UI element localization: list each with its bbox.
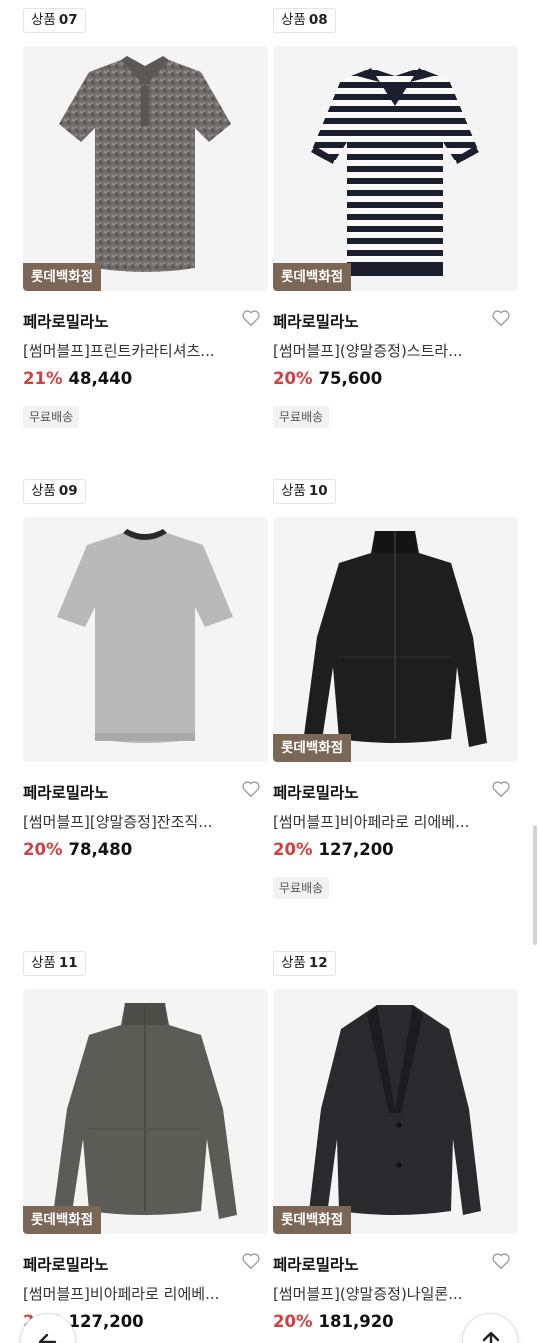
brand-name: 페라로밀라노: [23, 784, 109, 802]
back-button[interactable]: [20, 1313, 76, 1343]
sale-price: 48,440: [68, 369, 133, 388]
rank-badge: 상품 07: [23, 8, 86, 33]
rank-badge: 상품 08: [273, 8, 336, 33]
product-image[interactable]: 롯데백화점: [273, 46, 518, 291]
rank-badge: 상품 12: [273, 951, 336, 976]
brand-name: 페라로밀라노: [23, 1256, 109, 1274]
product-image[interactable]: [23, 517, 268, 762]
price-row: 20% 127,200: [273, 840, 394, 859]
discount-rate: 20%: [273, 840, 313, 859]
khaki-zip-jacket-image: [53, 1003, 237, 1219]
product-name[interactable]: [썸머블프][양말증정]잔조직...: [23, 811, 268, 832]
discount-rate: 20%: [273, 369, 313, 388]
brand-name: 페라로밀라노: [273, 313, 359, 331]
brand-name: 페라로밀라노: [273, 784, 359, 802]
sale-price: 127,200: [318, 840, 394, 859]
rank-badge: 상품 10: [273, 479, 336, 504]
heart-icon[interactable]: [241, 309, 261, 327]
discount-rate: 20%: [23, 840, 63, 859]
product-image[interactable]: 롯데백화점: [273, 517, 518, 762]
scroll-top-button[interactable]: [462, 1313, 518, 1343]
product-name[interactable]: [썸머블프](양말증정)나일론...: [273, 1283, 518, 1304]
price-row: 20% 181,920: [273, 1312, 394, 1331]
product-image[interactable]: 롯데백화점: [23, 989, 268, 1234]
shipping-badge: 무료배송: [273, 877, 330, 899]
rank-badge: 상품 09: [23, 479, 86, 504]
sale-price: 181,920: [318, 1312, 394, 1331]
scrollbar[interactable]: [533, 825, 537, 945]
heart-icon[interactable]: [491, 1252, 511, 1270]
black-blazer-image: [309, 1005, 481, 1215]
black-zip-jacket-image: [303, 531, 487, 747]
store-badge: 롯데백화점: [273, 263, 352, 291]
price-row: 21% 48,440: [23, 369, 132, 388]
product-image[interactable]: 롯데백화점: [273, 989, 518, 1234]
printed-polo-shirt-image: [59, 56, 231, 272]
sale-price: 127,200: [68, 1312, 144, 1331]
store-badge: 롯데백화점: [23, 263, 102, 291]
store-badge: 롯데백화점: [273, 734, 352, 762]
product-name[interactable]: [썸머블프]비아페라로 리에베...: [23, 1283, 268, 1304]
sale-price: 75,600: [318, 369, 383, 388]
heart-icon[interactable]: [241, 780, 261, 798]
striped-polo-shirt-image: [311, 68, 479, 276]
sale-price: 78,480: [68, 840, 133, 859]
arrow-up-icon: [482, 1331, 500, 1343]
arrow-left-icon: [38, 1333, 57, 1343]
rank-badge: 상품 11: [23, 951, 86, 976]
price-row: 20% 78,480: [23, 840, 132, 859]
heart-icon[interactable]: [491, 780, 511, 798]
shipping-badge: 무료배송: [273, 406, 330, 428]
product-name[interactable]: [썸머블프](양말증정)스트라...: [273, 340, 518, 361]
brand-name: 페라로밀라노: [23, 313, 109, 331]
brand-name: 페라로밀라노: [273, 1256, 359, 1274]
shipping-badge: 무료배송: [23, 406, 80, 428]
heart-icon[interactable]: [491, 309, 511, 327]
store-badge: 롯데백화점: [23, 1206, 102, 1234]
store-badge: 롯데백화점: [273, 1206, 352, 1234]
discount-rate: 21%: [23, 369, 63, 388]
discount-rate: 20%: [273, 1312, 313, 1331]
product-image[interactable]: 롯데백화점: [23, 46, 268, 291]
product-name[interactable]: [썸머블프]비아페라로 리에베...: [273, 811, 518, 832]
heart-icon[interactable]: [241, 1252, 261, 1270]
grey-knit-tee-image: [57, 529, 233, 743]
product-name[interactable]: [썸머블프]프린트카라티셔츠...: [23, 340, 268, 361]
price-row: 20% 75,600: [273, 369, 382, 388]
